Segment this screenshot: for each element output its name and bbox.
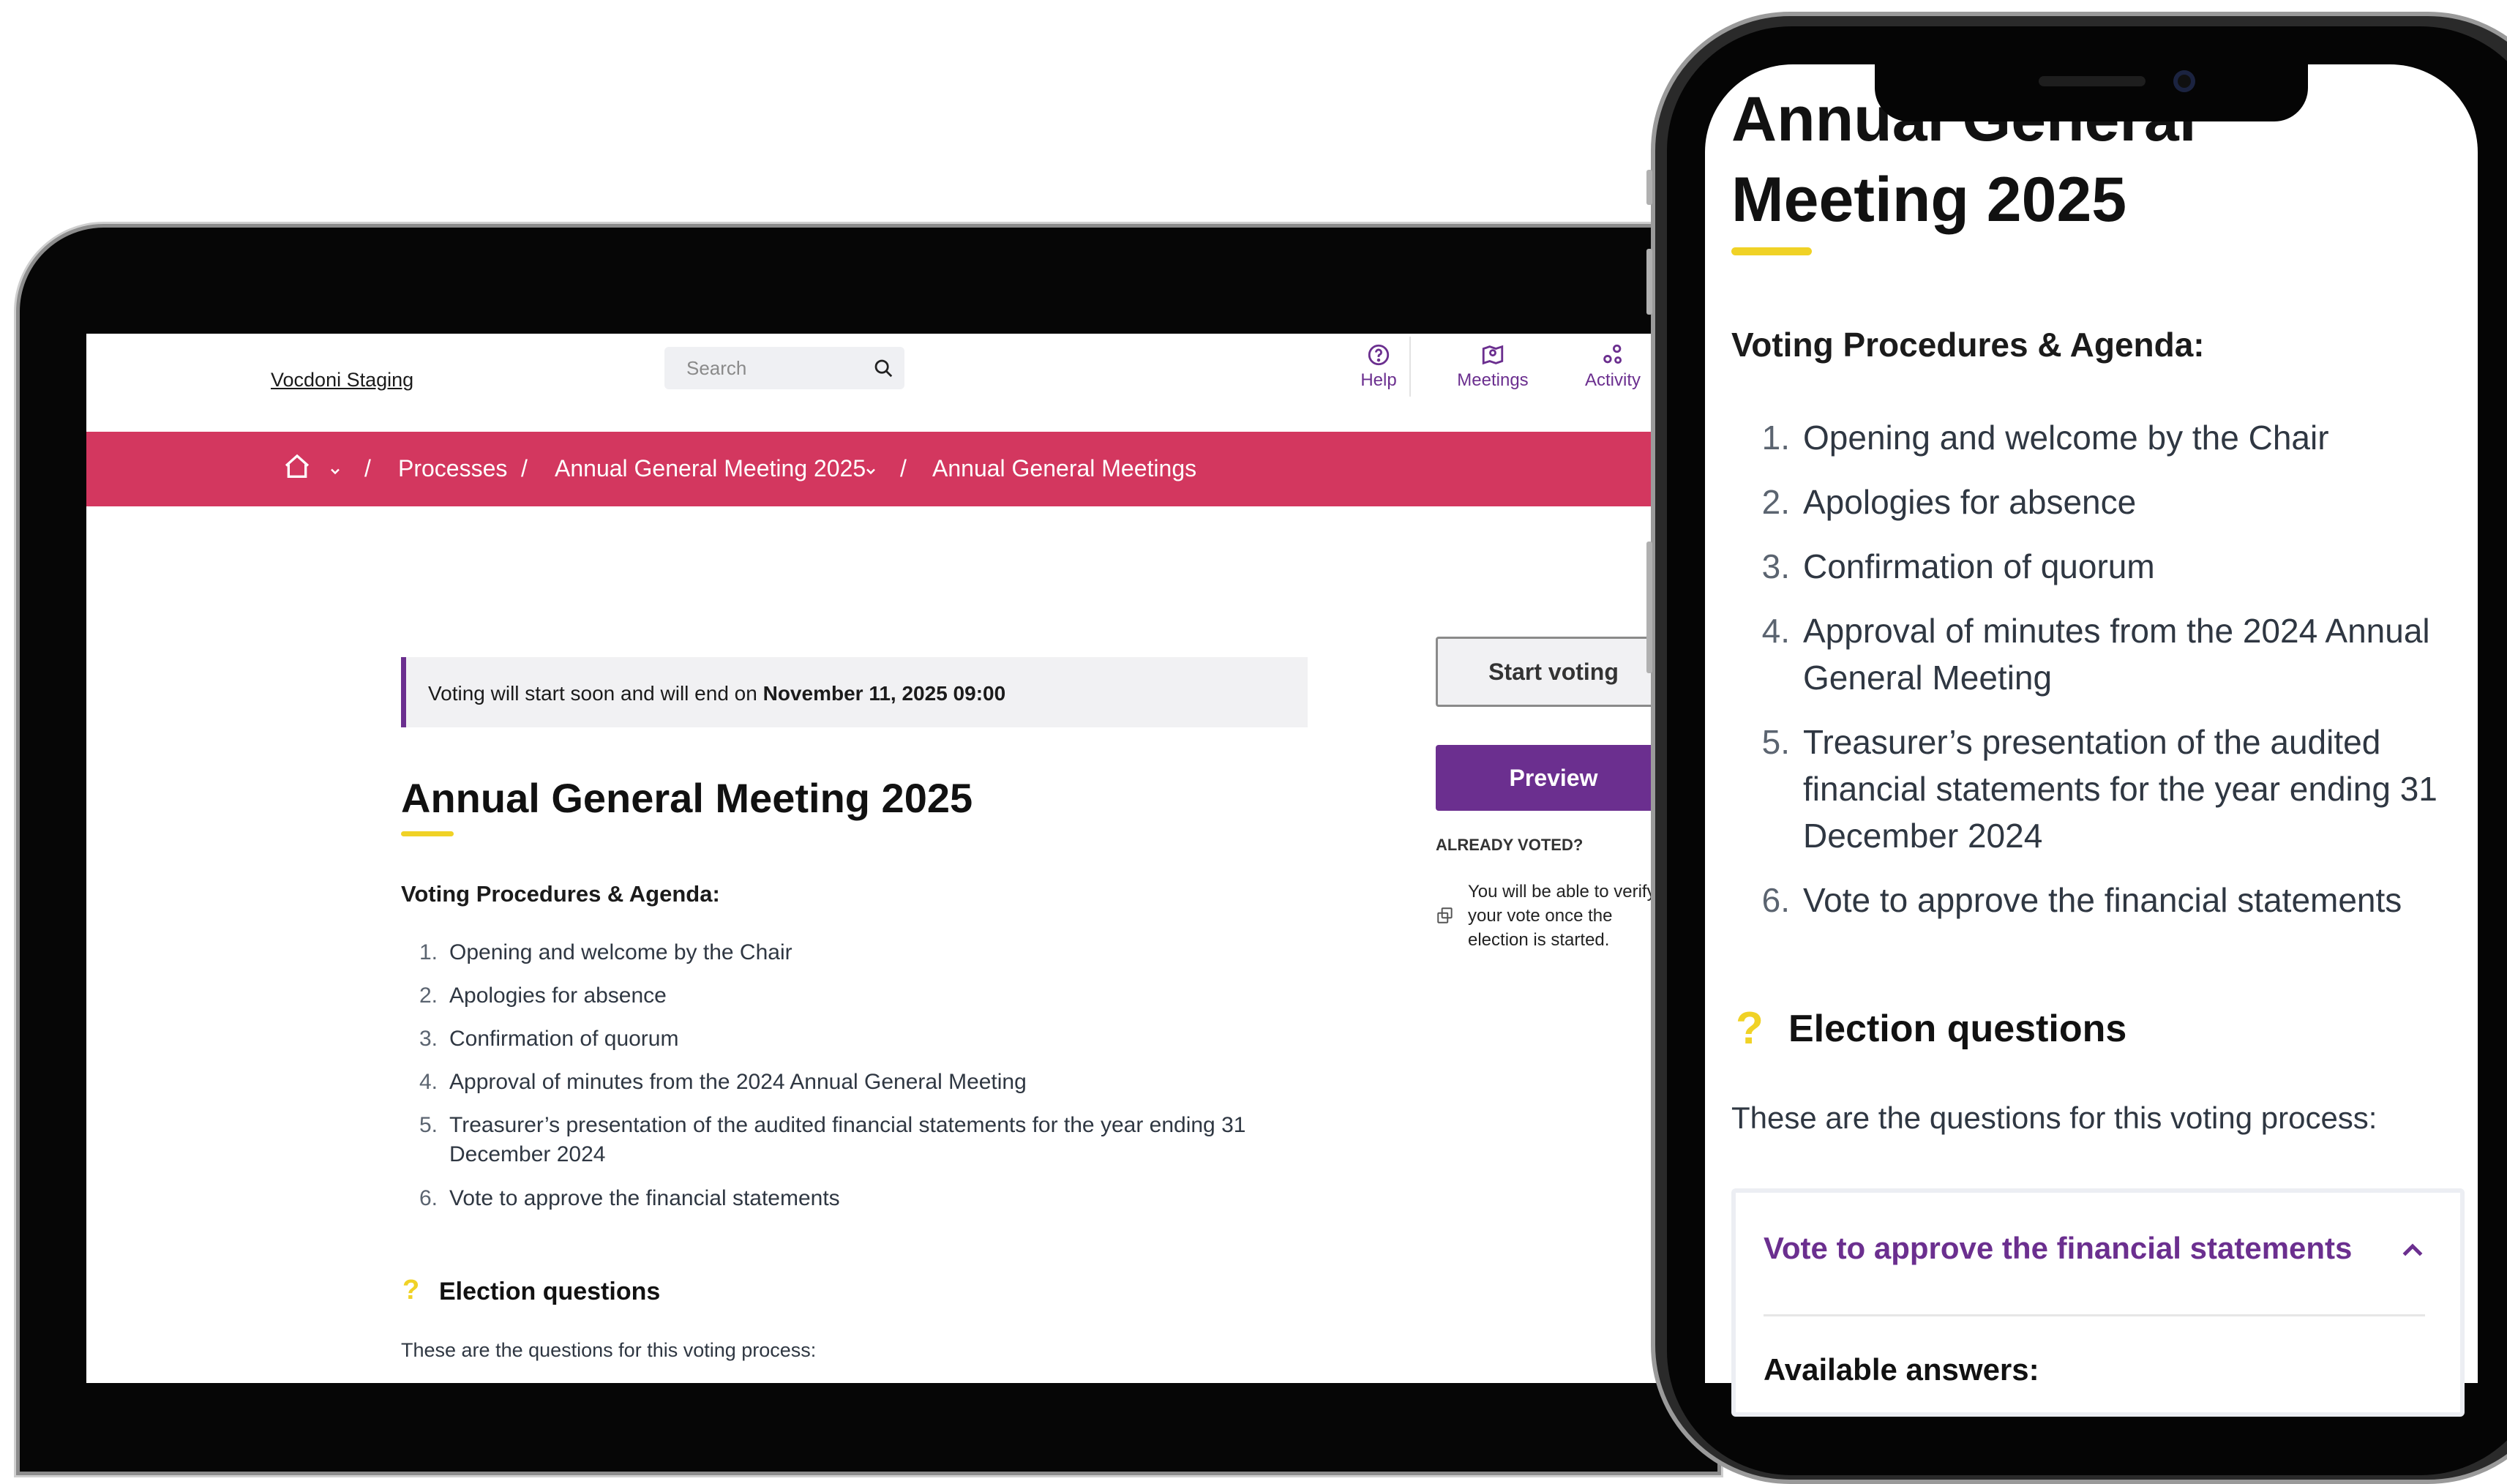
nav-activity[interactable]: Activity [1562, 342, 1664, 391]
card-divider [1764, 1314, 2425, 1316]
chevron-down-icon[interactable] [328, 464, 342, 479]
already-voted-label: ALREADY VOTED? [1436, 836, 1584, 854]
alert-prefix: Voting will start soon and will end on [428, 682, 763, 705]
breadcrumb-current-process[interactable]: Annual General Meeting 2025 [555, 455, 866, 482]
home-icon[interactable] [282, 452, 312, 481]
list-text: Treasurer’s presentation of the audited … [449, 1113, 1246, 1166]
help-circle-icon [1368, 344, 1390, 366]
phone-side-button [1646, 541, 1652, 673]
activity-icon [1603, 344, 1622, 364]
question-card-title[interactable]: Vote to approve the financial statements [1764, 1231, 2352, 1266]
mobile-title-underline [1731, 247, 1812, 255]
search-box[interactable]: Search [664, 347, 904, 389]
list-text: Apologies for absence [1803, 483, 2137, 521]
list-number: 2. [419, 983, 438, 1008]
list-text: Confirmation of quorum [449, 1027, 679, 1051]
nav-meetings-label: Meetings [1457, 370, 1529, 390]
list-number: 1. [1761, 419, 1790, 457]
copy-icon [1437, 907, 1453, 923]
list-text: Treasurer’s presentation of the audited … [1803, 723, 2437, 855]
phone-side-button [1646, 170, 1652, 205]
list-number: 3. [419, 1027, 438, 1051]
nav-meetings[interactable]: Meetings [1442, 342, 1544, 391]
questions-intro: These are the questions for this voting … [401, 1339, 817, 1361]
agenda-heading: Voting Procedures & Agenda: [401, 881, 720, 907]
page-title: Annual General Meeting 2025 [401, 775, 973, 821]
list-text: Opening and welcome by the Chair [449, 940, 792, 964]
list-text: Approval of minutes from the 2024 Annual… [449, 1070, 1027, 1094]
phone-side-button [1646, 249, 1652, 315]
chevron-down-icon[interactable] [863, 464, 878, 479]
alert-end-date: November 11, 2025 09:00 [762, 682, 1006, 705]
verify-vote-note: You will be able to verify your vote onc… [1468, 882, 1656, 950]
list-number: 5. [419, 1113, 438, 1137]
list-text: Approval of minutes from the 2024 Annual… [1803, 612, 2430, 697]
list-number: 4. [1761, 612, 1790, 650]
nav-divider [1409, 337, 1411, 397]
nav-help[interactable]: Help [1327, 342, 1430, 391]
list-number: 6. [1761, 881, 1790, 919]
alert-text: Voting will start soon and will end on N… [428, 682, 1005, 705]
mobile-agenda-heading: Voting Procedures & Agenda: [1731, 326, 2205, 364]
list-text: Apologies for absence [449, 983, 667, 1008]
breadcrumb: / Processes / Annual General Meeting 202… [86, 432, 1667, 506]
nav-activity-label: Activity [1584, 370, 1641, 390]
start-voting-button[interactable]: Start voting [1436, 637, 1667, 707]
meetings-icon [1482, 345, 1504, 365]
desktop-screen: Vocdoni Staging Search Help Meetings Act… [86, 334, 1667, 1383]
breadcrumb-assembly[interactable]: Annual General Meetings [932, 455, 1196, 482]
list-number: 3. [1761, 547, 1790, 585]
list-text: Vote to approve the financial statements [1803, 881, 2402, 919]
search-input[interactable]: Search [686, 357, 746, 380]
phone-camera [2173, 70, 2195, 92]
list-text: Confirmation of quorum [1803, 547, 2155, 585]
list-text: Vote to approve the financial statements [449, 1186, 840, 1210]
election-questions-heading: Election questions [439, 1278, 661, 1305]
list-number: 4. [419, 1070, 438, 1094]
preview-button[interactable]: Preview [1436, 745, 1667, 811]
list-text: Opening and welcome by the Chair [1803, 419, 2329, 457]
site-header: Vocdoni Staging Search Help Meetings Act… [86, 334, 1667, 432]
voting-status-alert: Voting will start soon and will end on N… [401, 657, 1308, 727]
list-number: 5. [1761, 723, 1790, 761]
phone-notch [1875, 63, 2308, 121]
question-mark-icon: ? [1736, 1003, 1764, 1054]
breadcrumb-processes[interactable]: Processes [398, 455, 507, 482]
chevron-up-icon[interactable] [2394, 1235, 2431, 1264]
list-number: 1. [419, 940, 438, 964]
title-underline [401, 831, 454, 836]
question-card[interactable]: Vote to approve the financial statements… [1731, 1188, 2465, 1417]
phone-speaker [2039, 76, 2146, 86]
list-number: 6. [419, 1186, 438, 1210]
breadcrumb-separator: / [900, 455, 907, 481]
mobile-questions-intro: These are the questions for this voting … [1731, 1101, 2377, 1135]
list-number: 2. [1761, 483, 1790, 521]
question-mark-icon: ? [402, 1275, 420, 1305]
org-name-link[interactable]: Vocdoni Staging [271, 369, 413, 391]
search-icon[interactable] [872, 357, 894, 379]
breadcrumb-separator: / [521, 455, 528, 481]
nav-help-label: Help [1360, 370, 1397, 390]
mobile-election-questions-heading: Election questions [1788, 1008, 2127, 1050]
available-answers-label: Available answers: [1764, 1352, 2039, 1387]
breadcrumb-separator: / [364, 455, 371, 481]
